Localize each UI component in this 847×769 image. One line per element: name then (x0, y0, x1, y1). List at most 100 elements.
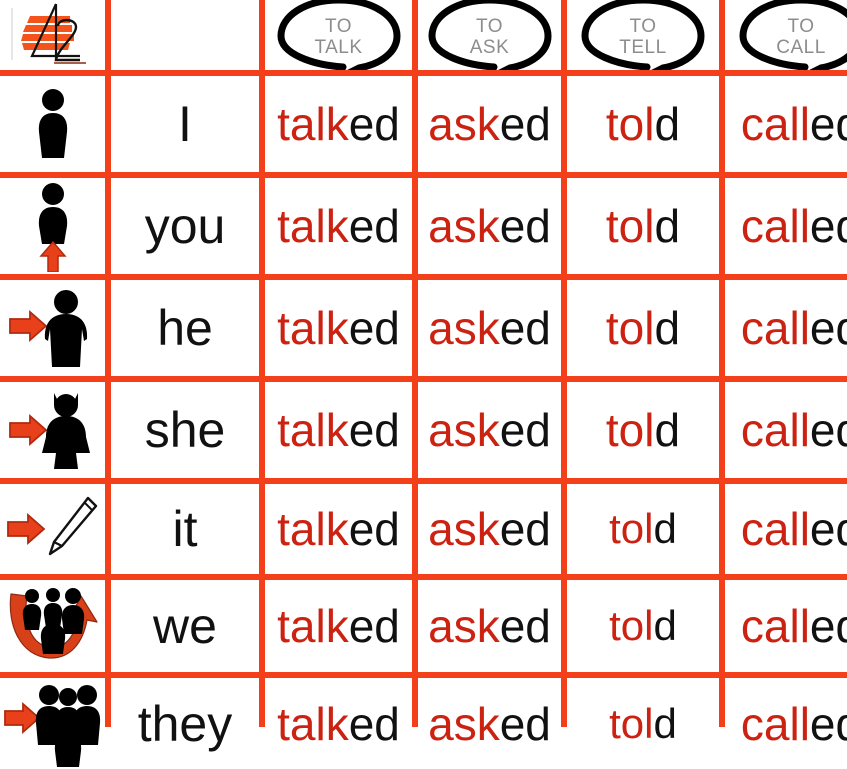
pronoun-label: he (157, 300, 213, 356)
row-icon-she (0, 382, 105, 478)
verb-stem: tol (605, 404, 655, 456)
verb-stem: call (740, 404, 810, 456)
pronoun-cell-it: it (111, 484, 259, 574)
verb-cell-she-ask: asked (418, 382, 561, 478)
verb-header-call: TO CALL (725, 0, 847, 70)
verb-suffix: ed (809, 302, 847, 354)
verb-cell-he-talk: talked (265, 280, 412, 376)
verb-stem: ask (428, 200, 500, 252)
verb-stem: call (740, 98, 810, 150)
verb-cell-you-talk: talked (265, 178, 412, 274)
pronoun-label: you (144, 198, 226, 254)
verb-suffix: ed (348, 98, 400, 150)
pencil-arrow-right-icon (6, 496, 97, 556)
verb-suffix: ed (809, 503, 847, 555)
verb-header-talk-line1: TO (324, 16, 353, 37)
verb-cell-they-ask: asked (418, 678, 561, 769)
verb-stem: call (740, 302, 810, 354)
pronoun-cell-you: you (111, 178, 259, 274)
verb-stem: ask (428, 697, 500, 750)
verb-stem: call (740, 600, 810, 652)
verb-stem: ask (428, 600, 500, 652)
pronoun-cell-we: we (111, 580, 259, 672)
verb-cell-i-call: called (725, 76, 847, 172)
verb-cell-you-ask: asked (418, 178, 561, 274)
verb-cell-he-call: called (725, 280, 847, 376)
verb-cell-they-tell: told (567, 678, 719, 769)
pronoun-cell-he: he (111, 280, 259, 376)
verb-suffix: d (653, 602, 677, 649)
verb-cell-it-call: called (725, 484, 847, 574)
verb-suffix: ed (809, 600, 847, 652)
verb-suffix: ed (499, 600, 551, 652)
verb-suffix: ed (348, 600, 400, 652)
verb-stem: tol (605, 302, 655, 354)
verb-stem: tol (609, 602, 654, 649)
verb-suffix: ed (809, 200, 847, 252)
verb-suffix: d (654, 200, 681, 252)
logo-cell (0, 0, 105, 70)
conjugation-table: TO TALK TO ASK TO TELL TO CALL I talked … (0, 0, 847, 769)
verb-suffix: ed (348, 503, 400, 555)
verb-suffix: ed (348, 302, 400, 354)
verb-header-ask-line1: TO (475, 16, 504, 37)
verb-stem: tol (609, 505, 654, 552)
verb-suffix: ed (499, 404, 551, 456)
speech-bubble-icon: TO TELL (567, 0, 719, 70)
verb-cell-we-talk: talked (265, 580, 412, 672)
logo-42-icon (10, 2, 96, 68)
verb-suffix: d (653, 505, 677, 552)
verb-stem: talk (277, 302, 349, 354)
verb-suffix: ed (348, 697, 400, 750)
verb-suffix: d (654, 98, 681, 150)
verb-suffix: ed (499, 98, 551, 150)
speech-bubble-icon: TO CALL (725, 0, 847, 70)
row-icon-they (0, 678, 105, 769)
verb-cell-she-talk: talked (265, 382, 412, 478)
pronoun-label: it (172, 501, 198, 557)
verb-cell-they-call: called (725, 678, 847, 769)
verb-stem: talk (277, 697, 349, 750)
verb-cell-it-tell: told (567, 484, 719, 574)
verb-stem: talk (277, 200, 349, 252)
group-arrow-right-icon (3, 684, 100, 767)
verb-cell-i-ask: asked (418, 76, 561, 172)
verb-stem: talk (277, 404, 349, 456)
pronoun-cell-i: I (111, 76, 259, 172)
verb-stem: call (740, 503, 810, 555)
verb-cell-we-ask: asked (418, 580, 561, 672)
group-curved-arrow-icon (9, 588, 98, 659)
row-icon-i (0, 76, 105, 172)
verb-stem: ask (428, 404, 500, 456)
verb-header-ask-line2: ASK (469, 37, 510, 58)
verb-header-tell-line2: TELL (619, 37, 667, 58)
pronoun-label: they (137, 695, 233, 752)
pronoun-label: we (153, 598, 217, 654)
verb-stem: talk (277, 98, 349, 150)
verb-suffix: d (654, 404, 681, 456)
pronoun-label: I (178, 96, 192, 152)
verb-header-talk-line2: TALK (314, 37, 363, 58)
verb-cell-you-tell: told (567, 178, 719, 274)
speech-bubble-icon: TO ASK (418, 0, 561, 70)
pronoun-header-cell (111, 0, 259, 70)
pronoun-cell-she: she (111, 382, 259, 478)
pronoun-cell-they: they (111, 678, 259, 769)
verb-stem: tol (605, 200, 655, 252)
row-icon-you (0, 178, 105, 274)
verb-cell-it-talk: talked (265, 484, 412, 574)
verb-suffix: ed (348, 404, 400, 456)
verb-stem: tol (609, 699, 654, 747)
verb-cell-you-call: called (725, 178, 847, 274)
verb-cell-i-talk: talked (265, 76, 412, 172)
row-icon-it (0, 484, 105, 574)
speech-bubble-icon: TO TALK (265, 0, 412, 70)
verb-cell-she-call: called (725, 382, 847, 478)
verb-cell-he-ask: asked (418, 280, 561, 376)
verb-stem: call (740, 200, 810, 252)
row-icon-we (0, 580, 105, 672)
row-icon-he (0, 280, 105, 376)
verb-cell-he-tell: told (567, 280, 719, 376)
verb-suffix: d (653, 699, 677, 747)
verb-cell-we-call: called (725, 580, 847, 672)
